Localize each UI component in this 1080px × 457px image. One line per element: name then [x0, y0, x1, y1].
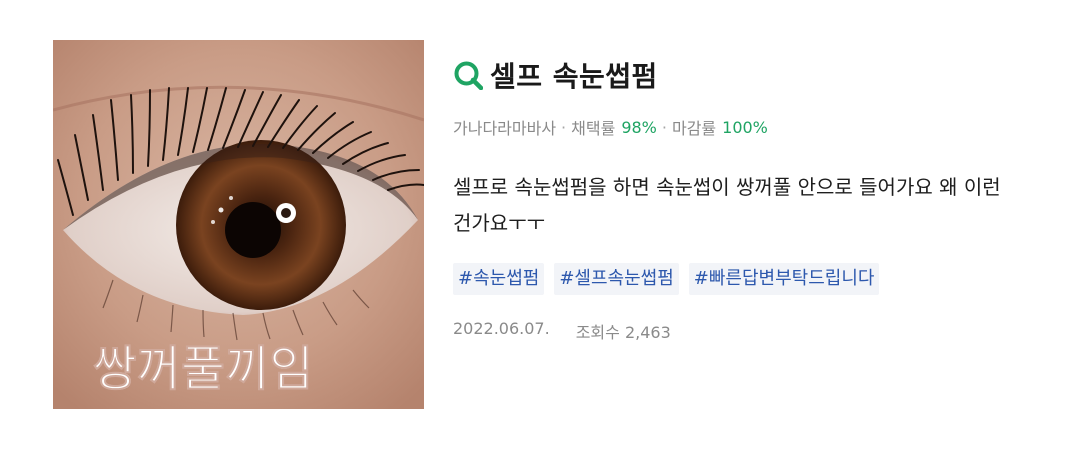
thumbnail-image[interactable]: 쌍꺼풀끼임 — [53, 40, 424, 409]
question-meta: 가나다라마바사 · 채택률 98% · 마감률 100% — [453, 115, 1043, 139]
title-row: 셀프 속눈썹펌 — [453, 52, 1043, 98]
views-label: 조회수 — [575, 323, 620, 342]
adoption-rate: 98% — [621, 117, 657, 137]
thumbnail-overlay-text: 쌍꺼풀끼임 — [93, 341, 314, 397]
question-title[interactable]: 셀프 속눈썹펌 — [490, 55, 658, 95]
close-label: 마감률 — [671, 119, 717, 138]
q-search-icon — [454, 61, 483, 90]
close-rate: 100% — [722, 117, 768, 137]
question-body[interactable]: 셀프로 속눈썹펌을 하면 속눈썹이 쌍꺼풀 안으로 들어가요 왜 이런 건가요ㅜ… — [453, 169, 1013, 241]
adoption-label: 채택률 — [571, 119, 616, 138]
tag-item[interactable]: #빠른답변부탁드립니다 — [688, 263, 880, 295]
author-name[interactable]: 가나다라마바사 — [453, 115, 556, 139]
views-value: 2,463 — [624, 323, 671, 342]
question-footer: 2022.06.07. 조회수 2,463 — [453, 319, 1043, 343]
tag-item[interactable]: #셀프속눈썹펌 — [554, 263, 679, 295]
post-date: 2022.06.07. — [453, 319, 550, 338]
tag-list: #속눈썹펌 #셀프속눈썹펌 #빠른답변부탁드립니다 — [453, 263, 1043, 295]
meta-separator: · — [661, 117, 667, 137]
eye-photo: 쌍꺼풀끼임 — [53, 40, 424, 409]
question-card: 셀프 속눈썹펌 가나다라마바사 · 채택률 98% · 마감률 100% 셀프로… — [453, 52, 1043, 343]
meta-separator: · — [561, 117, 567, 137]
view-count: 조회수 2,463 — [576, 319, 671, 343]
tag-item[interactable]: #속눈썹펌 — [453, 263, 545, 295]
